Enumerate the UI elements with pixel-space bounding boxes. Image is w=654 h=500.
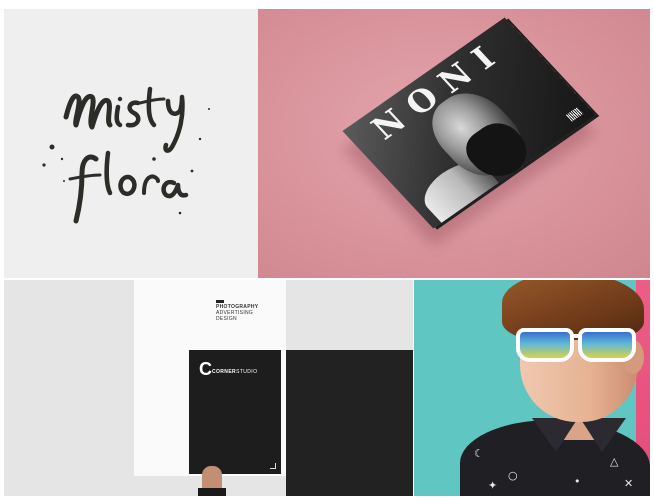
studio-brand-bold: CORNER <box>212 369 237 375</box>
dark-panel <box>286 350 413 496</box>
studio-board: C CORNERSTUDIO <box>189 350 281 474</box>
star-doodle-icon: ✦ <box>488 479 498 492</box>
magazine-cover: NONI <box>342 17 596 229</box>
corner-studio-tile: PHOTOGRAPHY ADVERTISING DESIGN C CORNERS… <box>4 280 413 496</box>
sunglasses-icon <box>516 324 640 362</box>
poster-tab <box>216 300 224 303</box>
moon-doodle-icon: ☾ <box>474 447 484 460</box>
lettering-tile: misty flora <box>4 9 258 278</box>
triangle-doodle-icon: △ <box>610 455 619 468</box>
portrait-tile: ☾ ○ ✦ △ ✕ • <box>414 280 650 496</box>
lens-right <box>578 328 636 362</box>
brush-lettering <box>42 86 210 224</box>
magazine-tile: NONI <box>258 9 650 278</box>
studio-brand: CORNERSTUDIO <box>212 369 257 375</box>
circle-doodle-icon: ○ <box>508 469 518 482</box>
collar-right <box>580 418 626 452</box>
poster-line-3: DESIGN <box>216 316 237 322</box>
studio-logo-mark: C <box>199 359 212 379</box>
studio-brand-light: STUDIO <box>236 369 258 375</box>
lens-left <box>516 328 574 362</box>
sleeve <box>198 488 226 496</box>
dot-doodle-icon: • <box>574 475 581 488</box>
poster-heading: PHOTOGRAPHY ADVERTISING DESIGN <box>216 304 258 322</box>
barcode-icon <box>565 106 584 122</box>
cross-doodle-icon: ✕ <box>624 477 634 490</box>
collar-left <box>532 418 578 452</box>
corner-mark-icon <box>270 463 276 469</box>
